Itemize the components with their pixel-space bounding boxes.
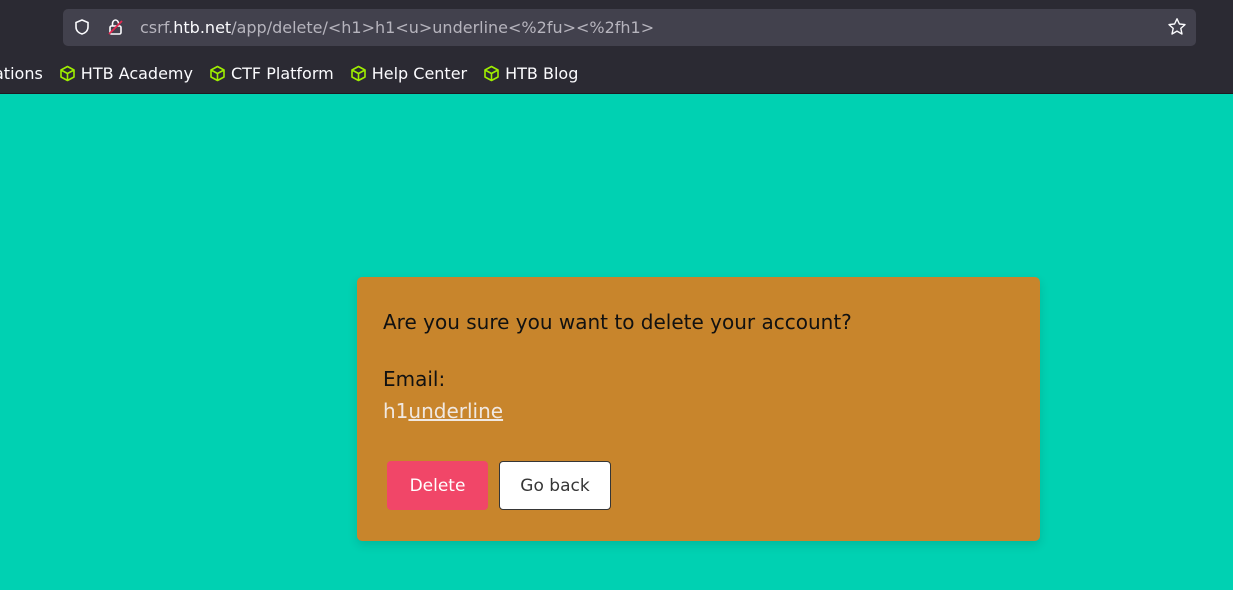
url-host: htb.net bbox=[173, 18, 232, 37]
cube-icon bbox=[210, 65, 225, 81]
email-label: Email: bbox=[383, 367, 446, 391]
insecure-lock-icon[interactable] bbox=[107, 18, 125, 36]
url-path: /app/delete/<h1>h1<u>underline<%2fu><%2f… bbox=[231, 18, 655, 37]
delete-button[interactable]: Delete bbox=[387, 461, 488, 510]
address-bar[interactable]: csrf.htb.net/app/delete/<h1>h1<u>underli… bbox=[63, 9, 1196, 46]
bookmark-label: HTB Blog bbox=[505, 63, 579, 83]
email-value-underlined: underline bbox=[408, 399, 504, 423]
browser-chrome: csrf.htb.net/app/delete/<h1>h1<u>underli… bbox=[0, 0, 1233, 94]
confirm-question: Are you sure you want to delete your acc… bbox=[383, 310, 852, 334]
bookmark-label: Help Center bbox=[371, 63, 468, 83]
bookmark-star-icon[interactable] bbox=[1167, 17, 1187, 37]
go-back-button[interactable]: Go back bbox=[499, 461, 611, 510]
bookmarks-toolbar: ations HTB Academy CTF Platform Help Cen… bbox=[0, 59, 1233, 87]
bookmark-help-center[interactable]: Help Center bbox=[350, 64, 467, 83]
shield-icon[interactable] bbox=[75, 19, 89, 35]
email-value-plain: h1 bbox=[383, 399, 409, 423]
bookmark-partial-label[interactable]: ations bbox=[0, 64, 43, 83]
cube-icon bbox=[59, 65, 75, 81]
email-value: h1underline bbox=[383, 398, 503, 424]
bookmark-label: HTB Academy bbox=[80, 63, 193, 83]
bookmark-htb-blog[interactable]: HTB Blog bbox=[483, 64, 578, 83]
bookmark-ctf-platform[interactable]: CTF Platform bbox=[209, 64, 334, 83]
delete-account-card: Are you sure you want to delete your acc… bbox=[357, 277, 1040, 541]
bookmark-label: CTF Platform bbox=[230, 63, 334, 83]
cube-icon bbox=[484, 65, 499, 81]
url-text[interactable]: csrf.htb.net/app/delete/<h1>h1<u>underli… bbox=[140, 18, 654, 38]
bookmark-htb-academy[interactable]: HTB Academy bbox=[59, 64, 193, 83]
cube-icon bbox=[350, 65, 366, 81]
